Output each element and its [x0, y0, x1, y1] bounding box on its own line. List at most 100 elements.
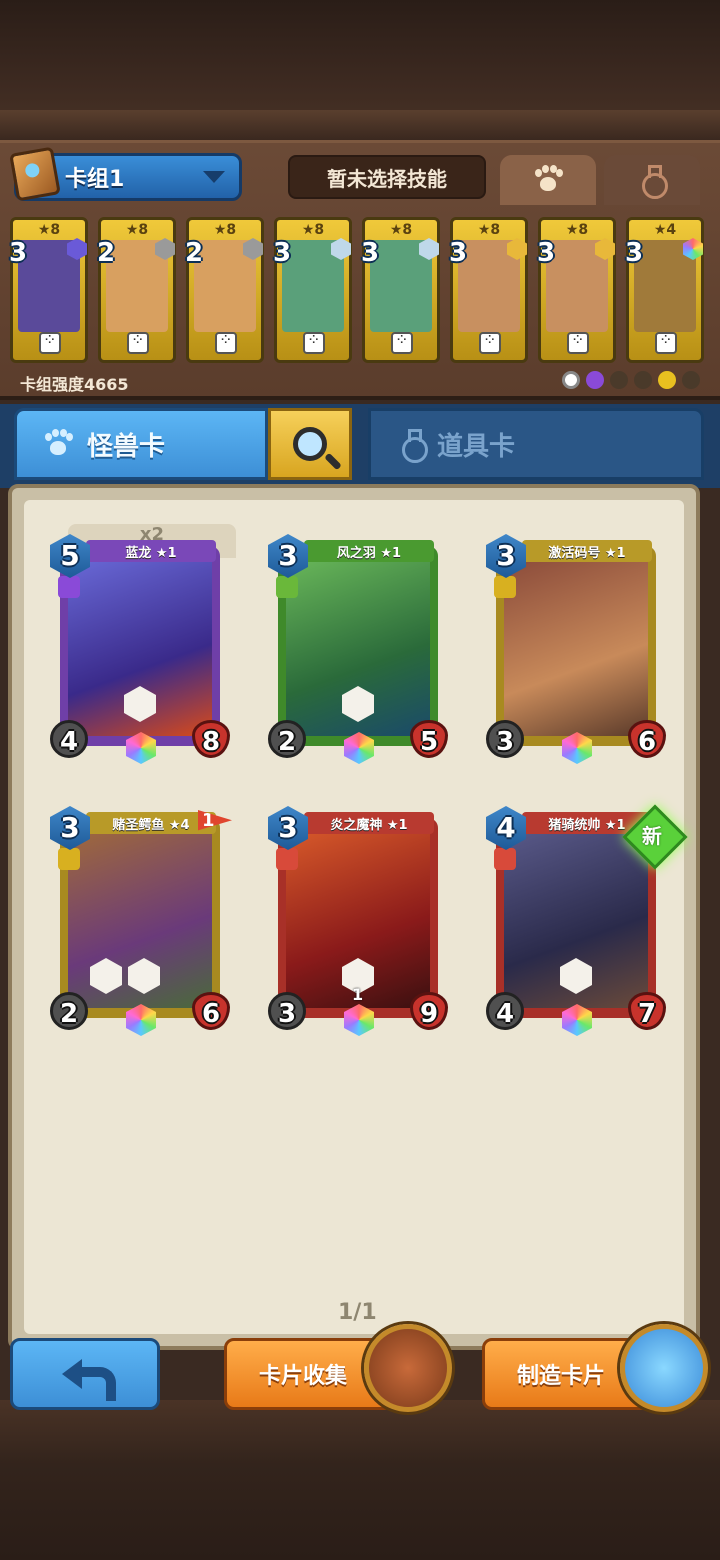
paw-icon [533, 165, 563, 195]
card-stars: ★8 [37, 222, 61, 238]
deck-selector-dropdown[interactable]: 卡组1 [9, 146, 242, 202]
dice-icon [39, 330, 61, 354]
tribe-icon [58, 576, 80, 598]
back-button[interactable] [10, 1338, 160, 1410]
card-cost: 3 [625, 238, 644, 268]
category-tabs: 怪兽卡 道具卡 [0, 404, 720, 488]
neutral-tribe-icon [562, 371, 580, 389]
card-name: 炎之魔神 ★1 [304, 812, 434, 834]
back-arrow-icon [62, 1357, 116, 1401]
dice-icon [655, 330, 677, 354]
deck-panel: 卡组1 暂未选择技能 ★8 3 ★8 2 ★8 [0, 140, 720, 400]
tribe-icon [58, 848, 80, 870]
monster-card[interactable]: 猪骑统帅 ★1 4 4 7 新 [486, 804, 688, 1036]
deck-tribe-icons [562, 371, 700, 389]
dice-icon [391, 330, 413, 354]
card-attack: 3 [486, 720, 524, 758]
card-stars: ★8 [301, 222, 325, 238]
paw-icon [43, 429, 73, 459]
card-stars: ★8 [213, 222, 237, 238]
top-wood-banner [0, 0, 720, 140]
monster-card[interactable]: 蓝龙 ★1 5 4 8 [50, 534, 230, 764]
deck-card[interactable]: ★8 3 [449, 217, 528, 363]
card-stars: ★8 [389, 222, 413, 238]
card-cost: 3 [537, 238, 556, 268]
potion-icon [639, 165, 668, 199]
card-attack: 4 [486, 992, 524, 1030]
craft-card-label: 制造卡片 [517, 1364, 606, 1389]
green-tribe-icon [610, 371, 628, 389]
purple-tribe-icon [586, 371, 604, 389]
dice-icon [127, 330, 149, 354]
ability-value: 1 [352, 985, 364, 1004]
card-health: 6 [628, 720, 666, 758]
card-health: 9 [410, 992, 448, 1030]
card-collection-area: x2 蓝龙 ★1 5 4 8 风之羽 ★1 3 2 5 激活码号 ★1 3 3 … [8, 484, 700, 1350]
tab-item-cards[interactable]: 道具卡 [368, 408, 704, 480]
card-cost: 3 [273, 238, 292, 268]
card-cost: 3 [9, 238, 28, 268]
deck-card[interactable]: ★8 2 [185, 217, 264, 363]
card-attack: 2 [268, 720, 306, 758]
deck-card-list: ★8 3 ★8 2 ★8 2 ★8 3 ★8 [9, 217, 710, 365]
deck-power: 卡组强度4665 [20, 375, 129, 394]
search-button[interactable] [268, 408, 352, 480]
card-attack: 2 [50, 992, 88, 1030]
card-name: 激活码号 ★1 [522, 540, 652, 562]
card-stars: ★8 [477, 222, 501, 238]
card-attack: 3 [268, 992, 306, 1030]
paw-jar-icon[interactable] [620, 1324, 708, 1412]
potion-icon [399, 429, 428, 463]
dice-icon [303, 330, 325, 354]
monster-card[interactable]: 炎之魔神 ★1 3 1 3 9 [268, 806, 448, 1036]
chevron-down-icon [203, 171, 225, 183]
bottom-wood-banner [0, 1400, 720, 1560]
dice-icon [567, 330, 589, 354]
tab-monster-deck[interactable] [500, 155, 596, 205]
tribe-icon [276, 576, 298, 598]
card-name: 蓝龙 ★1 [86, 540, 216, 562]
card-attack: 4 [50, 720, 88, 758]
card-pack-icon[interactable] [364, 1324, 452, 1412]
monster-card[interactable]: 风之羽 ★1 3 2 5 [268, 534, 448, 764]
card-health: 6 [192, 992, 230, 1030]
tab-monster-label: 怪兽卡 [87, 431, 166, 462]
card-name: 赌圣鳄鱼 ★4 [86, 812, 216, 834]
deck-book-icon [9, 146, 61, 202]
search-icon [293, 427, 327, 461]
card-cost: 2 [185, 238, 204, 268]
tab-monster-cards[interactable]: 怪兽卡 [14, 408, 268, 480]
deck-name: 卡组1 [65, 167, 125, 192]
card-name: 风之羽 ★1 [304, 540, 434, 562]
card-collection-label: 卡片收集 [259, 1364, 348, 1389]
tab-item-deck[interactable] [604, 155, 700, 205]
card-art [504, 558, 648, 736]
card-stars: ★4 [653, 222, 677, 238]
page-indicator: 1/1 [338, 1300, 377, 1325]
card-stars: ★8 [125, 222, 149, 238]
card-health: 7 [628, 992, 666, 1030]
deck-card[interactable]: ★8 3 [273, 217, 352, 363]
deck-card[interactable]: ★8 2 [97, 217, 176, 363]
dice-icon [215, 330, 237, 354]
deck-card[interactable]: ★8 3 [537, 217, 616, 363]
red-tribe-icon [682, 371, 700, 389]
new-badge-label: 新 [641, 824, 662, 849]
card-grid: x2 蓝龙 ★1 5 4 8 风之羽 ★1 3 2 5 激活码号 ★1 3 3 … [24, 500, 688, 1334]
deck-card[interactable]: ★4 3 [625, 217, 704, 363]
tab-item-label: 道具卡 [437, 431, 516, 462]
blue-tribe-icon [634, 371, 652, 389]
tribe-icon [276, 848, 298, 870]
card-health: 5 [410, 720, 448, 758]
monster-card[interactable]: 赌圣鳄鱼 ★4 3 1 2 6 [50, 806, 232, 1036]
card-stars: ★8 [565, 222, 589, 238]
card-cost: 2 [97, 238, 116, 268]
card-cost: 3 [449, 238, 468, 268]
deck-card[interactable]: ★8 3 [9, 217, 88, 363]
deck-card[interactable]: ★8 3 [361, 217, 440, 363]
tribe-icon [494, 848, 516, 870]
skill-select-button[interactable]: 暂未选择技能 [288, 155, 486, 199]
monster-card[interactable]: 激活码号 ★1 3 3 6 [486, 534, 666, 764]
tribe-icon [494, 576, 516, 598]
card-cost: 3 [361, 238, 380, 268]
